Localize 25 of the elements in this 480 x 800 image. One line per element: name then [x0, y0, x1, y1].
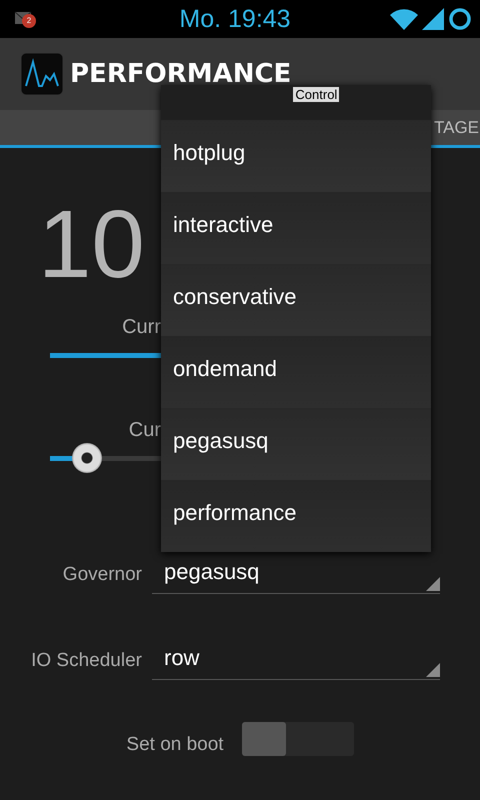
dropdown-option[interactable]: interactive: [161, 192, 431, 264]
wifi-icon: [390, 8, 418, 30]
toggle-switch[interactable]: [242, 722, 354, 756]
setting-label: IO Scheduler: [30, 650, 143, 673]
clock: Mo. 19:43: [178, 4, 292, 34]
dropdown-option[interactable]: hotplug: [161, 120, 431, 192]
slider-thumb[interactable]: [72, 443, 102, 473]
dropdown-option[interactable]: performance: [161, 480, 431, 552]
dropdown-option[interactable]: pegasusq: [161, 408, 431, 480]
app-title: PERFORMANCE: [70, 59, 292, 89]
waveform-logo-icon: [20, 52, 64, 96]
notification-badge: 2: [22, 14, 36, 28]
dropdown-option[interactable]: ondemand: [161, 336, 431, 408]
setting-label: Set on boot: [126, 734, 224, 756]
dropdown-option[interactable]: conservative: [161, 264, 431, 336]
dropdown-spinner[interactable]: row: [152, 640, 440, 680]
frequency-value: 10: [38, 197, 145, 293]
tab[interactable]: TAGE: [434, 118, 480, 138]
setting-label: Governor: [62, 564, 143, 587]
signal-icon: [422, 8, 444, 30]
dropdown-spinner[interactable]: pegasusq: [152, 554, 440, 594]
sync-circle-icon: [448, 7, 472, 31]
slider-label: Curr: [121, 316, 161, 339]
slider-label: Cur: [128, 419, 161, 442]
app-subtitle: Control: [293, 87, 340, 102]
